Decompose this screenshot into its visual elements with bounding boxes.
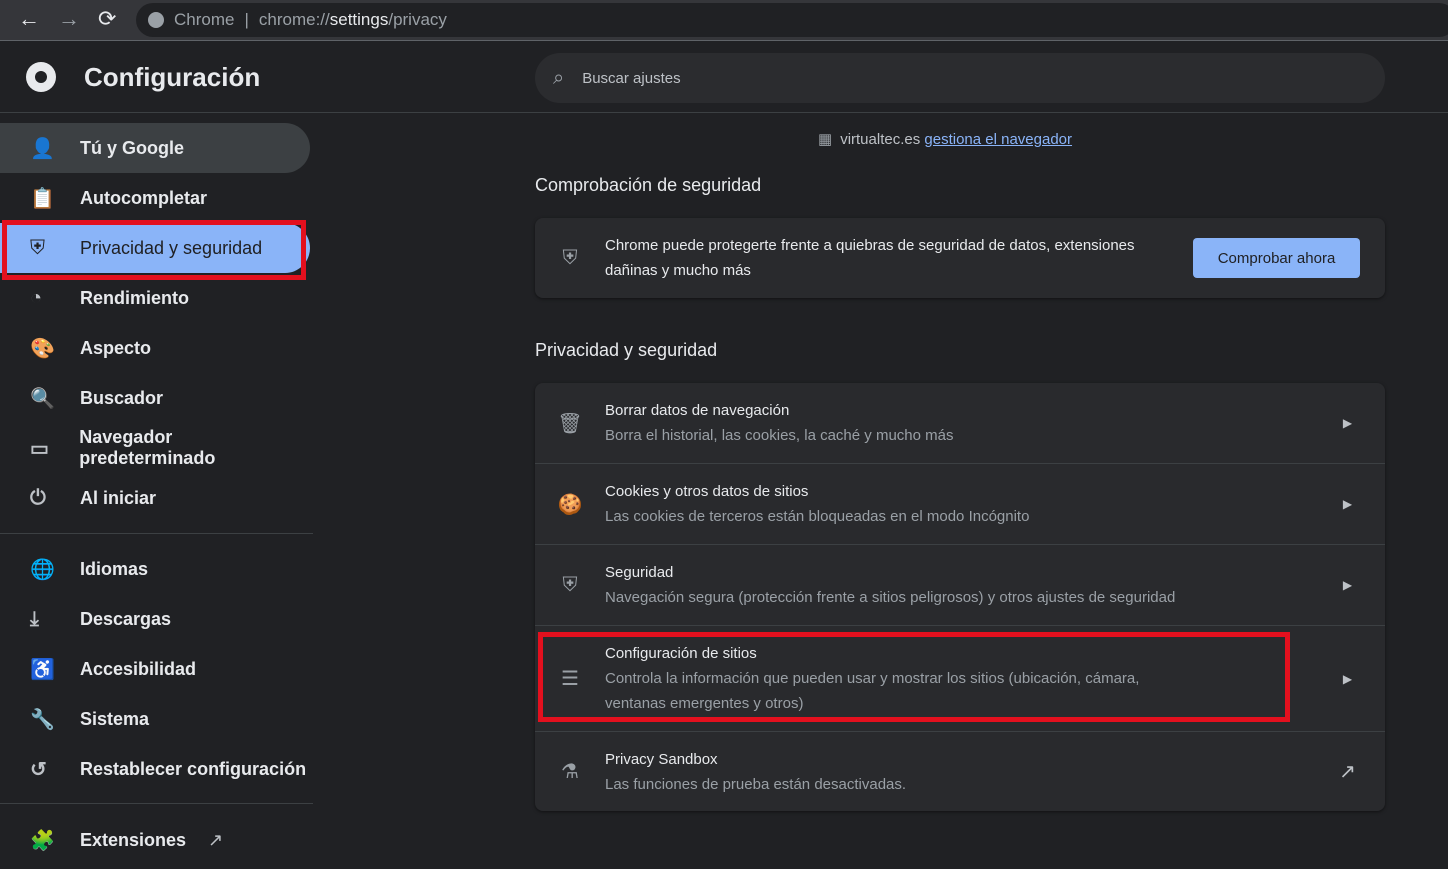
url-path: /privacy	[388, 10, 447, 29]
sidebar-item-label: Navegador predeterminado	[79, 427, 216, 468]
back-button[interactable]: ←	[18, 6, 40, 32]
row-icon: ⚗	[561, 761, 579, 783]
sidebar-item-label: Al iniciar	[80, 487, 157, 508]
sidebar-item-descargas[interactable]: ⤓ Descargas	[0, 594, 310, 644]
page-title: Configuración	[84, 62, 261, 92]
row-subtitle: Las funciones de prueba están desactivad…	[605, 775, 907, 793]
sidebar-icon: 🔧	[30, 708, 55, 731]
reload-button[interactable]: ⟳	[98, 6, 116, 32]
forward-button[interactable]: →	[58, 6, 80, 32]
address-bar[interactable]: Chrome | chrome://settings/privacy	[136, 3, 1448, 37]
safety-check-card: ⛨ Chrome puede protegerte frente a quieb…	[535, 218, 1385, 298]
sidebar-item-accesibilidad[interactable]: ♿ Accesibilidad	[0, 644, 310, 694]
managed-notice: ▦ virtualtec.es gestiona el navegador	[818, 130, 1072, 148]
sidebar-icon: ◔	[30, 286, 43, 309]
sidebar-divider	[0, 803, 313, 804]
row-icon: ⛨	[562, 573, 578, 596]
privacy-row[interactable]: 🍪 Cookies y otros datos de sitios Las coo…	[535, 463, 1385, 544]
row-icon: 🗑	[557, 412, 583, 435]
row-title: Privacy Sandbox	[605, 750, 718, 768]
sidebar-item-sistema[interactable]: 🔧 Sistema	[0, 694, 310, 744]
privacy-card: 🗑 Borrar datos de navegación Borra el his…	[535, 383, 1385, 811]
sidebar-icon: ▭	[30, 437, 49, 460]
search-icon: ⌕	[553, 66, 565, 89]
row-icon: 🍪	[557, 493, 583, 516]
privacy-row[interactable]: ⚗ Privacy Sandbox Las funciones de prueba…	[535, 731, 1385, 811]
site-label: Chrome	[174, 10, 235, 29]
sidebar-item-idiomas[interactable]: 🌐 Idiomas	[0, 544, 310, 594]
row-title: Borrar datos de navegación	[605, 402, 790, 419]
url-prefix: chrome://	[258, 10, 330, 29]
sidebar-icon: 🧩	[30, 829, 55, 852]
external-link-icon: ↗	[208, 829, 224, 850]
chrome-logo-icon	[26, 62, 56, 92]
row-subtitle: Navegación segura (protección frente a s…	[605, 589, 1176, 606]
privacy-heading: Privacidad y seguridad	[535, 340, 718, 360]
sidebar-item-restablecer-configuracion[interactable]: ↺ Restablecer configuración	[0, 744, 310, 794]
chevron-right-icon: ▶	[1342, 497, 1353, 511]
sidebar-item-label: Buscador	[80, 387, 164, 408]
sidebar-icon: 🌐	[30, 558, 55, 581]
managed-link[interactable]: gestiona el navegador	[924, 131, 1072, 148]
sidebar-item-extensiones[interactable]: 🧩 Extensiones ↗	[0, 815, 310, 865]
chevron-right-icon: ▶	[1342, 578, 1353, 592]
sidebar-item-tu-y-google[interactable]: 👤 Tú y Google	[0, 123, 310, 173]
building-icon: ▦	[818, 131, 833, 148]
check-now-button[interactable]: Comprobar ahora	[1193, 238, 1360, 278]
sidebar-icon: ⤓	[30, 607, 39, 630]
sidebar-item-label: Restablecer configuración	[80, 758, 307, 779]
search-placeholder: Buscar ajustes	[582, 69, 681, 87]
safety-heading: Comprobación de seguridad	[535, 175, 762, 195]
managed-domain: virtualtec.es	[840, 131, 921, 148]
sidebar-item-navegador-predeterminado[interactable]: ▭ Navegador predeterminado	[0, 423, 310, 473]
sidebar-icon: ↺	[30, 758, 47, 781]
sidebar-icon: 🔍	[30, 387, 55, 410]
chevron-right-icon: ▶	[1342, 416, 1353, 430]
sidebar-icon: 🎨	[30, 337, 55, 360]
row-subtitle: Las cookies de terceros están bloqueadas…	[605, 508, 1030, 525]
sidebar-item-label: Autocompletar	[80, 187, 208, 208]
sidebar-item-aspecto[interactable]: 🎨 Aspecto	[0, 323, 310, 373]
sidebar-item-label: Accesibilidad	[80, 658, 197, 679]
search-input[interactable]: ⌕ Buscar ajustes	[535, 53, 1385, 103]
sidebar-item-autocompletar[interactable]: 📋 Autocompletar	[0, 173, 310, 223]
sidebar-item-label: Idiomas	[80, 558, 149, 579]
sidebar-icon: ⏻	[30, 486, 46, 509]
sidebar-item-label: Sistema	[80, 708, 150, 729]
browser-toolbar: ← → ⟳ Chrome | chrome://settings/privacy	[0, 0, 1448, 41]
highlight-box	[2, 220, 306, 280]
settings-header: Configuración ⌕ Buscar ajustes	[0, 41, 1448, 113]
separator: |	[244, 10, 249, 29]
sidebar-item-buscador[interactable]: 🔍 Buscador	[0, 373, 310, 423]
sidebar-item-label: Tú y Google	[80, 137, 185, 158]
privacy-row[interactable]: ⛨ Seguridad Navegación segura (protección…	[535, 544, 1385, 625]
sidebar-item-rendimiento[interactable]: ◔ Rendimiento	[0, 273, 310, 323]
sidebar-item-label: Aspecto	[80, 337, 152, 358]
sidebar-icon: 👤	[30, 137, 55, 160]
sidebar-icon: ♿	[30, 658, 55, 681]
sidebar-divider	[0, 533, 313, 534]
sidebar-item-label: Rendimiento	[80, 287, 190, 308]
sidebar-item-label: Extensiones	[80, 829, 187, 850]
row-title: Cookies y otros datos de sitios	[605, 483, 809, 500]
row-title: Seguridad	[605, 564, 674, 581]
url-host: settings	[329, 10, 389, 29]
privacy-row[interactable]: 🗑 Borrar datos de navegación Borra el his…	[535, 383, 1385, 463]
sidebar-item-label: Descargas	[80, 608, 172, 629]
highlight-box	[538, 632, 1290, 722]
row-subtitle: Borra el historial, las cookies, la cach…	[605, 427, 954, 444]
sidebar-icon: 📋	[30, 187, 55, 210]
external-link-icon: ↗	[1339, 761, 1356, 783]
chrome-icon	[148, 12, 164, 28]
chevron-right-icon: ▶	[1342, 671, 1353, 686]
shield-check-icon: ⛨	[562, 246, 578, 269]
sidebar-item-al-iniciar[interactable]: ⏻ Al iniciar	[0, 473, 310, 523]
